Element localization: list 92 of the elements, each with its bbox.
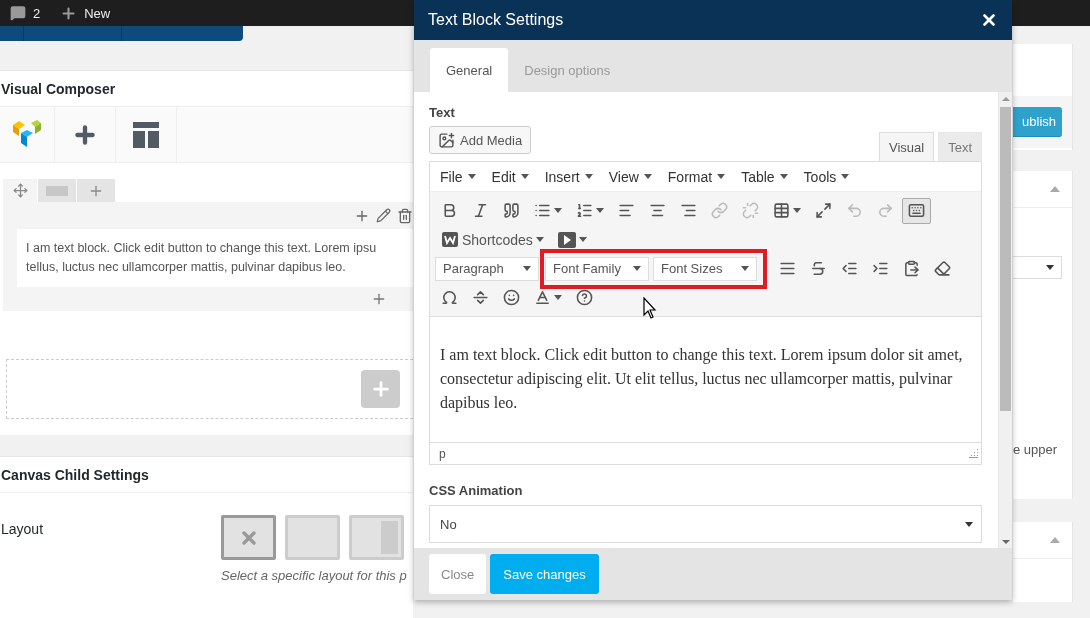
field-label: CSS Animation [429,483,524,498]
link-icon [711,202,728,219]
caret-icon [841,174,850,179]
caret-icon [535,237,544,242]
menu-item[interactable]: Format [659,168,734,185]
panel-title: Canvas Child Settings [0,457,413,493]
omega-icon [441,289,458,306]
help-text: e upper [1013,442,1058,457]
comment-count[interactable]: 2 [33,5,41,21]
text-line: I am text block. Click edit button to change this text. Lorem ipsu [26,240,378,257]
menu-item[interactable]: Edit [483,168,537,185]
help-icon [576,289,593,306]
unlink-icon [742,202,759,219]
fullscreen-icon [815,202,832,219]
layout-icon [133,121,159,148]
move-handle[interactable] [3,179,37,202]
plus-icon [60,4,78,22]
media-icon [438,131,455,149]
strikethrough-icon [810,260,827,277]
play-icon [557,231,576,248]
numbered-list-icon [576,202,593,219]
bold-icon [441,202,458,219]
scrollbar[interactable] [998,92,1012,548]
menu-item[interactable]: Table [733,168,796,185]
format-select[interactable]: Paragraph [435,256,539,281]
caret-icon [793,208,801,213]
format-select[interactable]: Font Sizes [653,256,757,281]
lines-icon [46,185,68,196]
text-color-icon [534,289,551,306]
field-label: Text [429,105,456,120]
comment-icon [10,5,26,21]
tab[interactable]: General [430,48,509,92]
indent-icon [872,260,889,277]
editor-content[interactable]: I am text block. Click edit button to change this text. Lorem ipsum dolor sit amet, consectetur adipiscing elit. Ut elit tellus, luctus nec ullamcorper mattis, pulvinar dapibus leo. [430,316,981,442]
editor-tab[interactable]: Visual [878,132,935,161]
table-icon [773,202,790,219]
smiley-icon [503,289,520,306]
text-line: tellus, luctus nec ullamcorper mattis, pulvinar dapibus leo. [26,259,347,276]
menu-item[interactable]: Tools [795,168,858,185]
quote-icon [503,202,520,219]
element-path: p [439,446,446,461]
select-field[interactable] [1013,256,1062,279]
menu-item[interactable]: View [600,168,660,185]
dialog-title: Text Block Settings [428,11,564,29]
animation-select[interactable]: No [429,505,982,543]
close-button[interactable]: Close [429,554,487,594]
move-icon [12,183,28,198]
caret-icon [554,295,562,300]
caret-icon [717,174,726,179]
align-justify-icon [779,260,796,277]
bullet-list-icon [534,202,551,219]
horizontal-rule-icon [472,289,489,306]
caret-icon [596,208,604,213]
align-left-icon [618,202,635,219]
editor-tab[interactable]: Text [938,132,982,161]
menu-item[interactable]: Insert [536,168,601,185]
align-right-icon [680,202,697,219]
pencil-icon[interactable] [376,208,391,223]
caret-icon [643,174,652,179]
caret-icon [741,266,749,271]
plus-icon[interactable] [371,291,387,307]
close-button[interactable] [980,11,998,29]
new-link[interactable]: New [84,5,111,21]
clipboard-icon [903,260,920,277]
caret-icon [554,208,562,213]
field-label: Layout [1,520,45,539]
caret-icon [578,237,587,242]
menu-item[interactable]: File [432,168,484,185]
caret-icon [584,174,593,179]
undo-icon [846,202,863,219]
outdent-icon [841,260,858,277]
caret-icon [467,174,476,179]
caret-icon [633,266,641,271]
format-select[interactable]: Font Family [545,256,649,281]
italic-icon [472,202,489,219]
caret-icon [520,174,529,179]
caret-icon [1046,265,1054,270]
keyboard-button[interactable] [902,197,931,224]
close-icon [980,11,998,29]
trash-icon[interactable] [397,207,413,224]
align-center-icon [649,202,666,219]
caret-icon [523,266,531,271]
eraser-icon [934,260,951,277]
redo-icon [877,202,894,219]
keyboard-icon [908,202,925,219]
shortcodes-button[interactable]: Shortcodes [435,226,550,253]
add-media-button[interactable]: Add Media [429,126,532,154]
hint-text: Select a specific layout for this p [221,568,408,583]
caret-icon [779,174,788,179]
shortcodes-icon [441,230,459,249]
cursor-icon [643,297,657,319]
caret-icon [965,521,973,527]
